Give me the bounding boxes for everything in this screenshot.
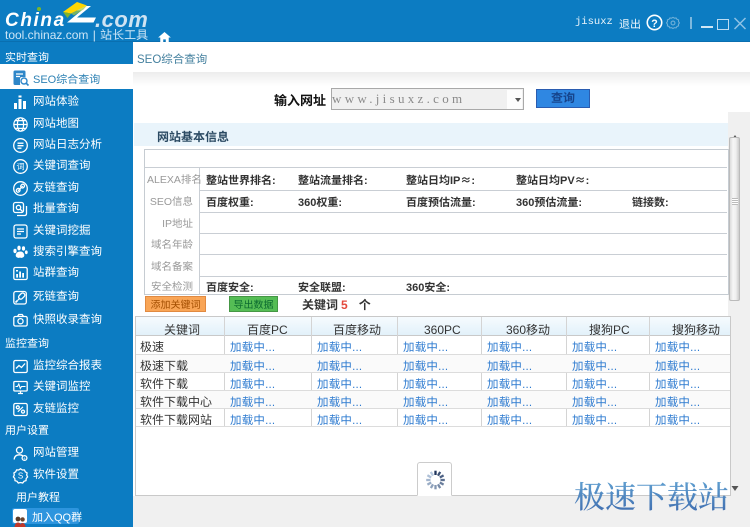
svg-text:S: S xyxy=(18,470,23,481)
svg-text:词: 词 xyxy=(17,162,25,173)
svg-text:?: ? xyxy=(651,16,657,31)
svg-text:+: + xyxy=(23,456,26,462)
